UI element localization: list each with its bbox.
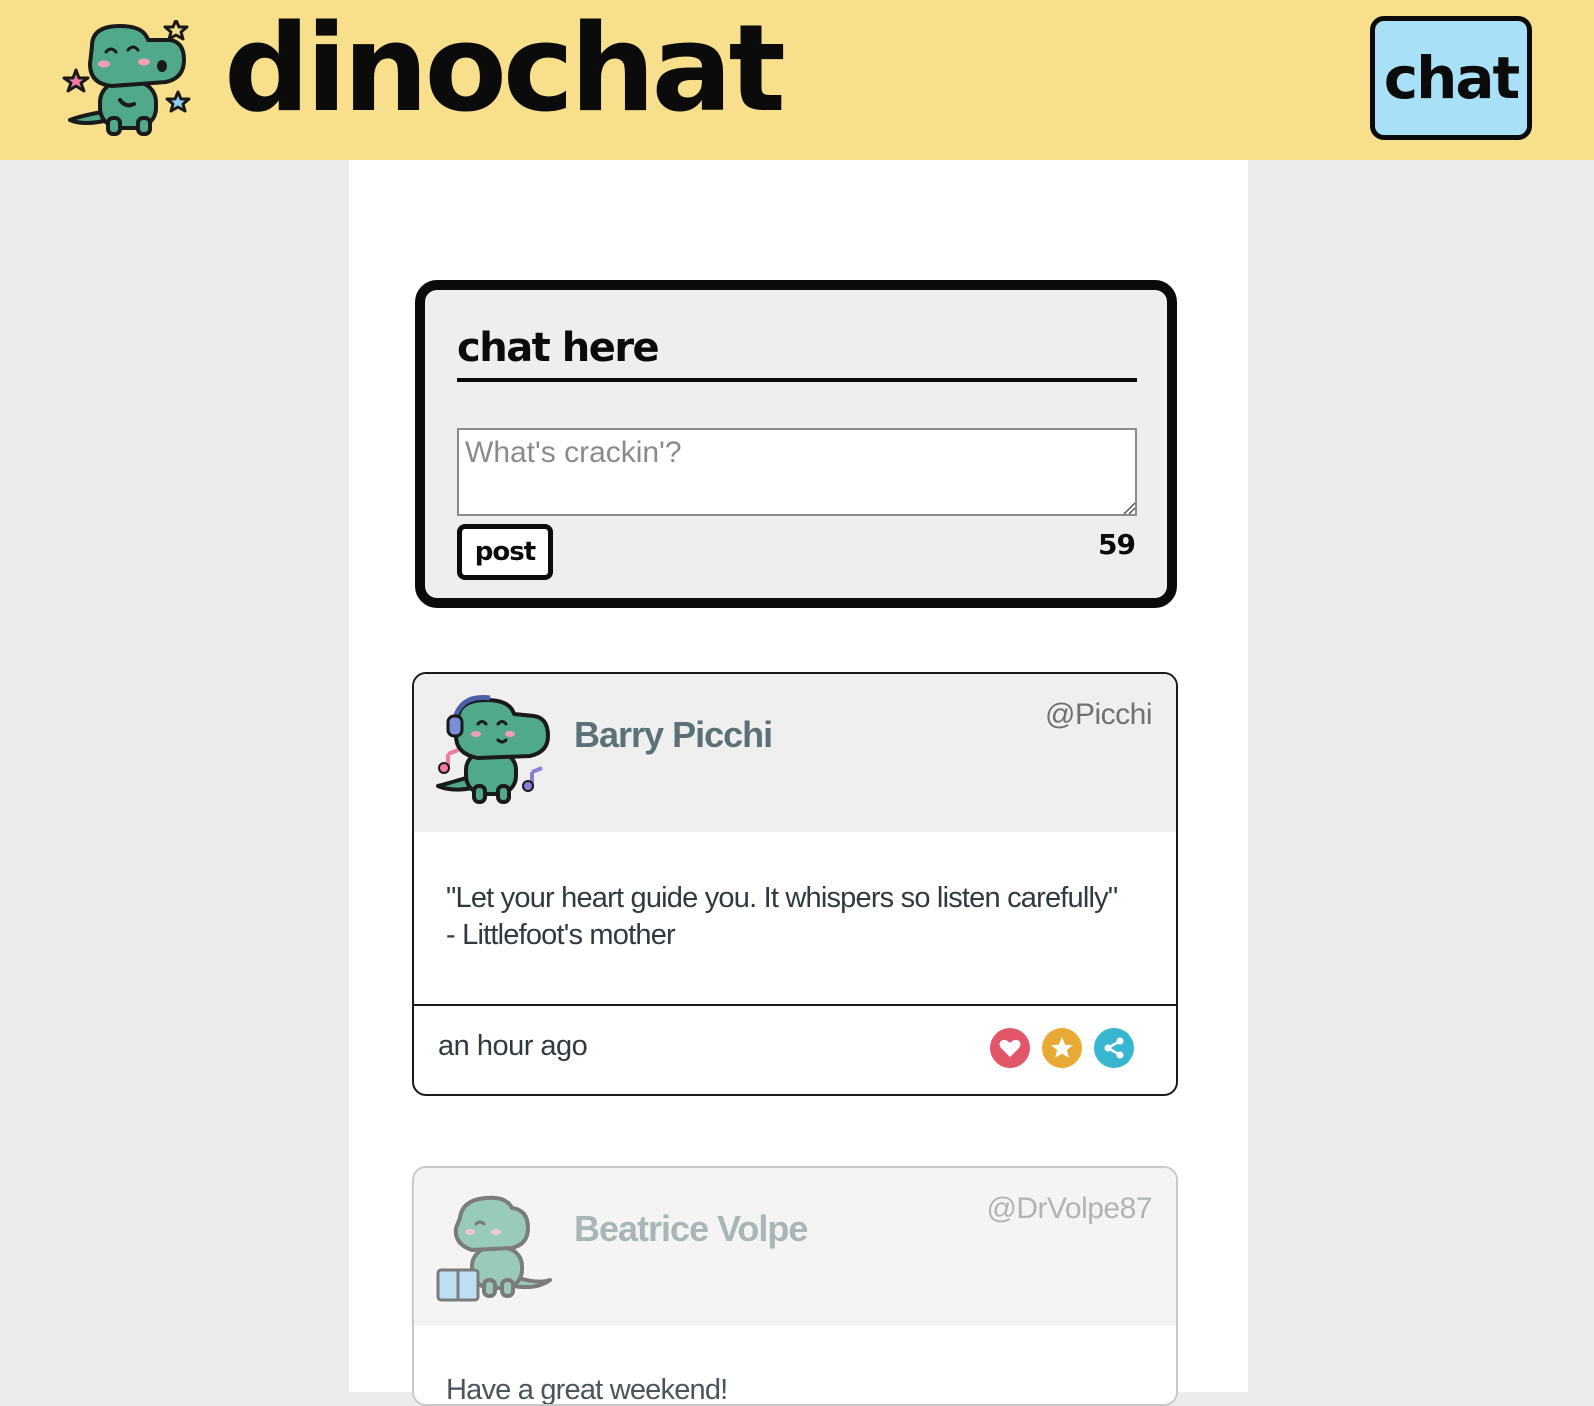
composer-title: chat here bbox=[457, 325, 660, 371]
star-icon bbox=[1051, 1037, 1073, 1058]
post-header: Beatrice Volpe @DrVolpe87 bbox=[414, 1168, 1176, 1326]
brand-wordmark[interactable]: dinochat bbox=[224, 10, 786, 130]
composer-divider bbox=[457, 378, 1137, 382]
heart-icon bbox=[999, 1039, 1021, 1057]
char-counter: 59 bbox=[1098, 528, 1136, 561]
favorite-button[interactable] bbox=[1042, 1028, 1082, 1068]
author-handle[interactable]: @DrVolpe87 bbox=[986, 1192, 1152, 1226]
author-handle[interactable]: @Picchi bbox=[1045, 698, 1152, 732]
chat-nav-button[interactable]: chat bbox=[1370, 16, 1532, 140]
post-body: "Let your heart guide you. It whispers s… bbox=[446, 880, 1146, 954]
composer-panel: chat here post 59 bbox=[415, 280, 1177, 608]
dino-logo-icon[interactable] bbox=[62, 20, 194, 142]
post-timestamp: an hour ago bbox=[438, 1030, 588, 1062]
share-button[interactable] bbox=[1094, 1028, 1134, 1068]
dino-headphones-icon[interactable] bbox=[436, 694, 554, 812]
dino-reading-icon[interactable] bbox=[436, 1188, 554, 1306]
post-card: Barry Picchi @Picchi "Let your heart gui… bbox=[412, 672, 1178, 1096]
feed-column: chat here post 59 bbox=[349, 160, 1248, 1406]
post-text-line: "Let your heart guide you. It whispers s… bbox=[446, 882, 1118, 914]
post-footer: an hour ago bbox=[414, 1004, 1176, 1094]
share-icon bbox=[1104, 1037, 1124, 1059]
post-text-line: - Littlefoot's mother bbox=[446, 919, 676, 951]
post-text-line: Have a great weekend! bbox=[446, 1374, 728, 1406]
post-card: Beatrice Volpe @DrVolpe87 Have a great w… bbox=[412, 1166, 1178, 1406]
like-button[interactable] bbox=[990, 1028, 1030, 1068]
post-button[interactable]: post bbox=[457, 524, 553, 580]
post-header: Barry Picchi @Picchi bbox=[414, 674, 1176, 832]
post-body: Have a great weekend! bbox=[446, 1372, 1146, 1406]
chat-input[interactable] bbox=[457, 428, 1137, 516]
top-bar: dinochat chat bbox=[0, 0, 1594, 160]
author-name[interactable]: Barry Picchi bbox=[574, 714, 773, 756]
resize-grip-icon[interactable] bbox=[1122, 501, 1136, 515]
author-name[interactable]: Beatrice Volpe bbox=[574, 1208, 808, 1250]
